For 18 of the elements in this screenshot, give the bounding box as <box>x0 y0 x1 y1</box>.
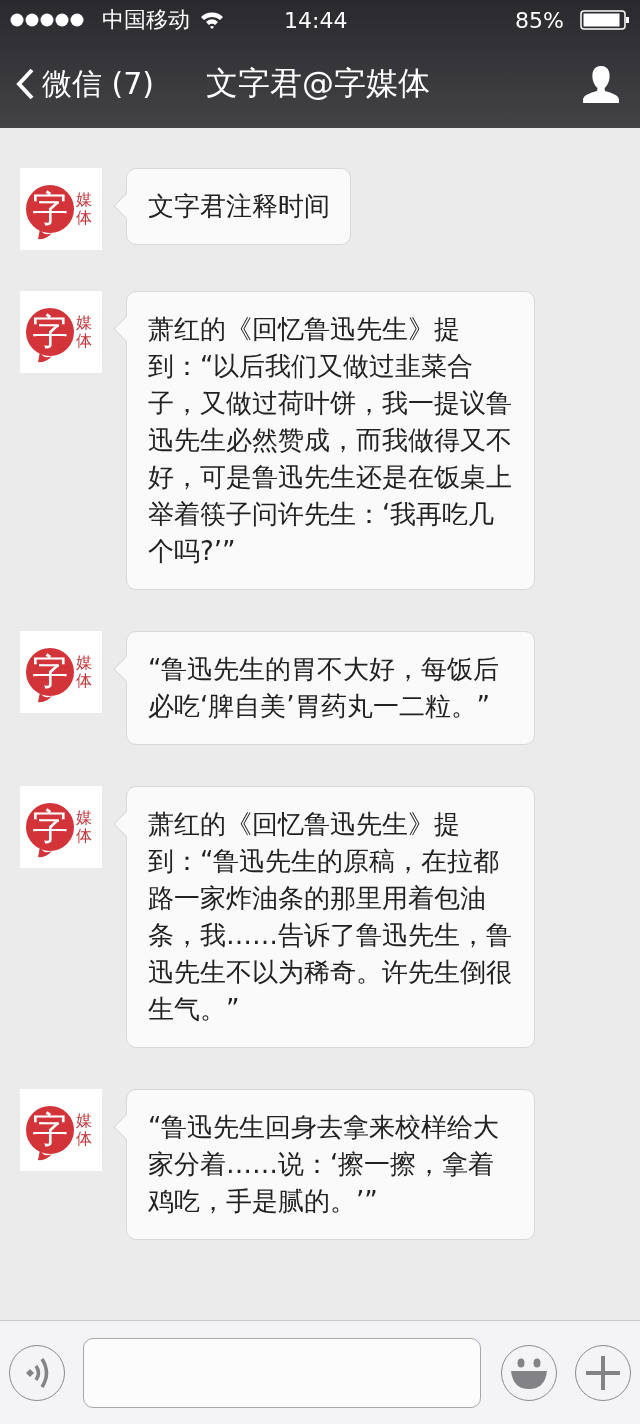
profile-icon[interactable] <box>582 65 620 103</box>
back-chevron-icon <box>16 68 34 100</box>
message-input[interactable] <box>83 1337 481 1408</box>
message-bubble: 萧红的《回忆鲁迅先生》提到：“鲁迅先生的原稿，在拉都路一家炸油条的那里用着包油条，我……告诉了鲁迅先生，鲁迅先生不以为稀奇。许先生倒很生气。” <box>126 786 535 1048</box>
message-bubble: 文字君注释时间 <box>126 168 351 245</box>
plus-icon <box>586 1355 620 1390</box>
battery-percent: 85% <box>515 7 564 33</box>
carrier-name: 中国移动 <box>102 6 190 34</box>
battery-icon <box>580 10 630 30</box>
chat-title: 文字君@字媒体 <box>206 63 432 104</box>
voice-icon <box>24 1355 50 1390</box>
back-button[interactable]: 微信 (7) <box>16 63 155 105</box>
message-bubble: 萧红的《回忆鲁迅先生》提到：“以后我们又做过韭菜合子，又做过荷叶饼，我一提议鲁迅先生必然赞成，而我做得又不好，可是鲁迅先生还是在饭桌上举着筷子问许先生：‘我再吃几个吗?’” <box>126 291 535 590</box>
clock-time: 14:44 <box>284 7 349 33</box>
message-bubble: “鲁迅先生的胃不大好，每饭后必吃‘脾自美’胃药丸一二粒。” <box>126 631 535 745</box>
wifi-icon <box>200 11 224 29</box>
signal-icon <box>10 13 84 27</box>
message-bubble: “鲁迅先生回身去拿来校样给大家分着……说：‘擦一擦，拿着鸡吃，手是腻的。’” <box>126 1089 535 1240</box>
